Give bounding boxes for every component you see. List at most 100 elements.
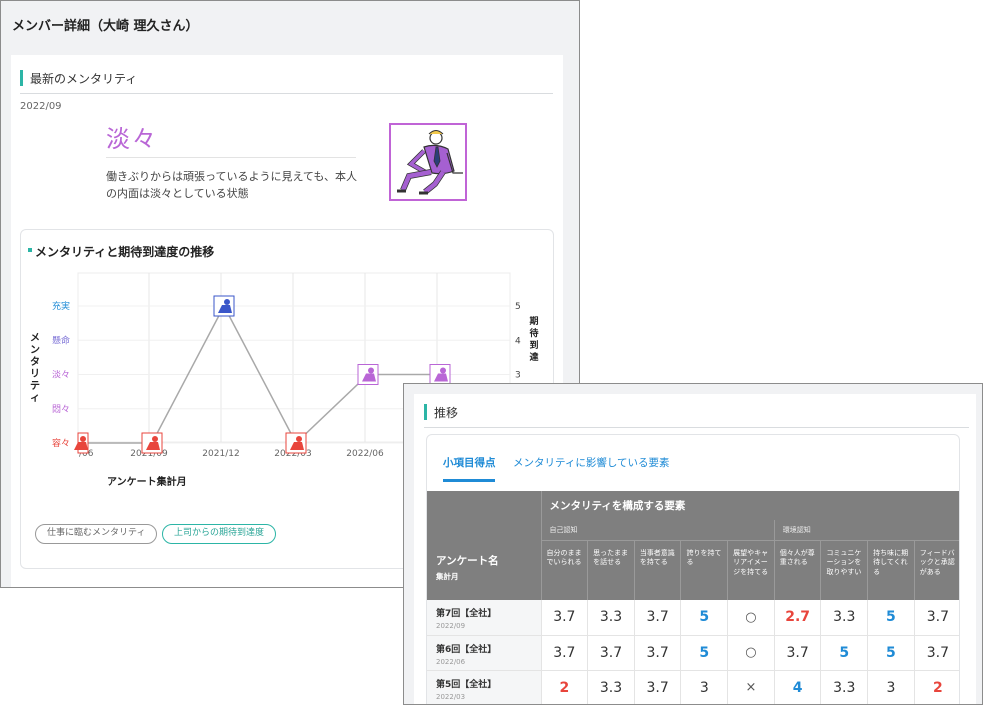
survey-name-header: アンケート名 集計月 — [427, 491, 542, 600]
survey-month-header-label: 集計月 — [436, 572, 459, 581]
page-title: メンバー詳細（大崎 理久さん） — [12, 19, 199, 34]
active-tab-indicator — [443, 479, 495, 482]
toggle-mentality[interactable]: 仕事に臨むメンタリティ — [35, 524, 158, 544]
toggle-expectation[interactable]: 上司からの期待到達度 — [162, 524, 277, 544]
score-cell: 2 — [913, 670, 959, 704]
mentality-level-label: 懸命 — [52, 334, 70, 346]
y-axis-label: ン — [30, 345, 40, 356]
survey-name-cell: 第7回【全社】 2022/09 — [427, 600, 541, 636]
latest-mentality-header: 最新のメンタリティ — [20, 68, 553, 94]
trend-header: 推移 — [424, 402, 969, 428]
score-cell: 3.7 — [913, 600, 959, 636]
mentality-level-label: 充実 — [52, 300, 70, 312]
y2-axis-label: 待 — [529, 327, 538, 339]
table-row[interactable]: 第6回【全社】 2022/06 3.7 3.7 3.7 5 ○ 3.7 5 5 3.7 — [427, 635, 959, 671]
survey-name: 第7回【全社】 — [436, 609, 497, 619]
column-header: 自分のままでいられる — [540, 539, 588, 600]
score-cell: 3.7 — [587, 635, 635, 671]
column-header: 当事者意識を持てる — [633, 539, 681, 600]
survey-name-cell: 第6回【全社】 2022/06 — [427, 635, 541, 671]
x-tick-label: 2021/12 — [202, 449, 239, 459]
y-axis-label: リ — [30, 368, 40, 380]
column-header: 展望やキャリアイメージを持てる — [727, 539, 775, 600]
score-cell: 3.7 — [773, 635, 821, 671]
tab-influencing-factors[interactable]: メンタリティに影響している要素 — [513, 455, 670, 470]
score-cell: 3.7 — [540, 600, 588, 636]
y-axis-label: メ — [30, 332, 40, 344]
data-point-marker[interactable] — [141, 432, 163, 454]
y2-tick-label: 3 — [515, 371, 521, 381]
subgroup-environment-awareness: 環境認知 — [773, 520, 959, 540]
y2-tick-label: 4 — [515, 336, 521, 346]
y-axis-label: テ — [30, 380, 40, 392]
latest-mentality-heading: 最新のメンタリティ — [30, 72, 138, 86]
score-cell: 3.7 — [540, 635, 588, 671]
seated-person-icon — [389, 123, 467, 201]
score-cell: 2.7 — [773, 600, 821, 636]
score-cell: 3.7 — [633, 635, 681, 671]
table-row[interactable]: 第7回【全社】 2022/09 3.7 3.3 3.7 5 ○ 2.7 3.3 5 3.7 — [427, 600, 959, 636]
subgroup-self-awareness: 自己認知 — [541, 520, 775, 540]
score-cell: 3.7 — [633, 600, 681, 636]
column-header: 誇りを持てる — [680, 539, 728, 600]
score-cell: 3.3 — [587, 600, 635, 636]
table-row[interactable]: 第5回【全社】 2022/03 2 3.3 3.7 3 × 4 3.3 3 2 — [427, 670, 959, 704]
data-point-marker[interactable] — [213, 295, 235, 317]
score-cell: 4 — [773, 670, 821, 704]
score-cell: 3 — [680, 670, 728, 704]
section-accent-bar — [20, 70, 23, 86]
score-cell: 5 — [867, 635, 915, 671]
score-cell: 3.3 — [587, 670, 635, 704]
survey-date: 2022/09 — [436, 622, 466, 630]
trend-card: 推移 小項目得点 メンタリティに影響している要素 アンケート名 集計月 メンタリ… — [414, 394, 976, 704]
data-point-marker[interactable] — [285, 432, 307, 454]
score-cell: 5 — [820, 635, 868, 671]
score-cell: ○ — [727, 600, 775, 636]
trend-window: 推移 小項目得点 メンタリティに影響している要素 アンケート名 集計月 メンタリ… — [403, 383, 983, 705]
mentality-divider — [106, 157, 356, 158]
x-axis-label: アンケート集計月 — [107, 475, 187, 488]
score-cell: 5 — [680, 600, 728, 636]
x-tick-label: 2022/06 — [346, 449, 384, 459]
score-cell: 3.7 — [913, 635, 959, 671]
survey-date: 2022/06 — [436, 657, 466, 666]
section-accent-bar — [424, 404, 427, 420]
y2-tick-label: 5 — [515, 302, 521, 312]
column-header: 持ち味に期待してくれる — [867, 539, 915, 600]
trend-heading: 推移 — [434, 406, 459, 420]
column-header: 思ったままを話せる — [587, 539, 635, 600]
score-table: アンケート名 集計月 メンタリティを構成する要素 自己認知 環境認知 自分のまま… — [427, 491, 959, 704]
survey-date: 2022/03 — [436, 692, 466, 701]
score-cell: 5 — [867, 600, 915, 636]
y2-axis-label: 到 — [529, 339, 538, 351]
data-point-marker[interactable] — [74, 432, 89, 454]
score-cell: 3.3 — [820, 670, 868, 704]
data-point-marker[interactable] — [429, 364, 451, 385]
mentality-level-label: 悶々 — [52, 404, 70, 415]
trend-table-card: 小項目得点 メンタリティに影響している要素 アンケート名 集計月 メンタリティを… — [426, 434, 960, 704]
survey-name: 第5回【全社】 — [436, 679, 497, 690]
score-cell: × — [727, 670, 775, 704]
y-axis-label: タ — [30, 356, 40, 368]
column-header: コミュニケーションを取りやすい — [820, 539, 868, 600]
score-cell: 3.3 — [820, 600, 868, 636]
score-cell: 2 — [540, 670, 588, 704]
mentality-description: 働きぶりからは頑張っているように見えても、本人の内面は淡々としている状態 — [106, 170, 358, 200]
y-axis-label: ィ — [30, 393, 40, 404]
mentality-level-label: 淡々 — [52, 370, 70, 381]
mentality-level-label: 容々 — [52, 437, 70, 449]
latest-mentality-date: 2022/09 — [20, 101, 62, 112]
tab-subitem-score[interactable]: 小項目得点 — [443, 455, 496, 470]
y2-axis-label: 達 — [529, 351, 538, 363]
group-header: メンタリティを構成する要素 — [541, 491, 959, 520]
mentality-name: 淡々 — [106, 125, 158, 153]
data-point-marker[interactable] — [357, 364, 379, 385]
score-cell: 3.7 — [633, 670, 681, 704]
score-cell: 3 — [867, 670, 915, 704]
survey-name-header-label: アンケート名 — [436, 555, 499, 567]
score-table-body: 第7回【全社】 2022/09 3.7 3.3 3.7 5 ○ 2.7 3.3 5 3.7 第6回【全… — [427, 600, 959, 704]
score-cell: 5 — [680, 635, 728, 671]
column-header: 個々人が尊重される — [773, 539, 821, 600]
survey-name-cell: 第5回【全社】 2022/03 — [427, 670, 541, 704]
score-cell: ○ — [727, 635, 775, 671]
